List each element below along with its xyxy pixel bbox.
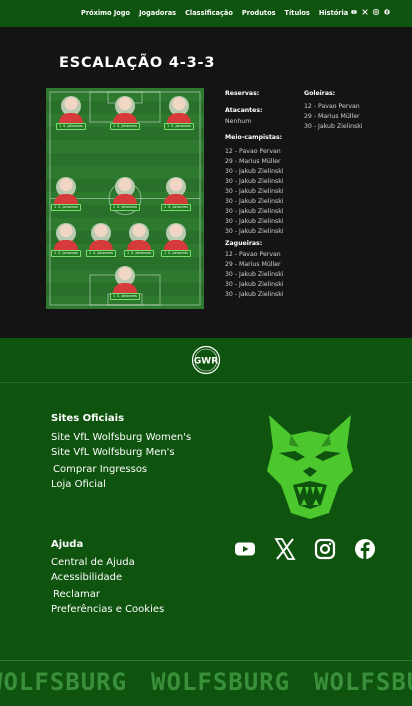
sites-title: Sites Oficiais [51,413,125,424]
reserve-player: 30 - Jakub Zielinski [225,271,284,278]
defenders-title: Zagueiras: [225,240,263,247]
facebook-icon[interactable] [354,538,376,560]
goalkeepers-title: Goleiras: [304,90,336,97]
complain-link[interactable]: Reclamar [53,589,100,600]
official-store-link[interactable]: Loja Oficial [51,479,106,490]
player-card[interactable]: 1 S. Johannes [51,177,81,217]
youtube-icon[interactable] [351,9,357,15]
lineup-pitch: 1 S. Johannes 1 S. Johannes 1 S. Johannes 1… [46,88,204,309]
player-card[interactable]: 1 S. Johannes [86,223,116,263]
reserve-player: 12 - Pavao Pervan [225,251,281,258]
reserve-player: Nenhum [225,118,252,125]
goalkeepers-list: Goleiras: 12 - Pavao Pervan 29 - Marius … [304,89,363,132]
player-card[interactable]: 1 S. Johannes [124,223,154,263]
reserve-player: 12 - Pavao Pervan [225,148,281,155]
player-card[interactable]: 1 S. Johannes [164,96,194,136]
help-title: Ajuda [51,539,84,550]
reserve-player: 29 - Marius Müller [225,261,281,268]
player-card[interactable]: 1 S. Johannes [110,177,140,217]
player-card[interactable]: 1 S. Johannes [56,96,86,136]
attackers-title: Atacantes: [225,107,263,114]
nav-social-icons [351,9,390,15]
player-card[interactable]: 1 S. Johannes [110,266,140,306]
reserve-player: 30 - Jakub Zielinski [225,198,284,205]
reserve-player: 30 - Jakub Zielinski [304,123,363,130]
youtube-icon[interactable] [234,538,256,560]
buy-tickets-link[interactable]: Comprar Ingressos [53,464,147,475]
cookie-preferences-link[interactable]: Preferências e Cookies [51,604,164,615]
reserve-player: 12 - Pavao Pervan [304,103,360,110]
wolfsburg-marquee: WOLFSBURGWOLFSBURGWOLFSBURG [0,668,412,696]
nav-link-classificacao[interactable]: Classificação [185,9,233,17]
logo-text: GWR [194,357,218,367]
reserve-player: 29 - Marius Müller [225,158,281,165]
nav-link-titulos[interactable]: Títulos [285,9,310,17]
reserves-title: Reservas: [225,90,260,97]
nav-links: Próximo Jogo Jogadoras Classificação Pro… [81,9,348,17]
instagram-icon[interactable] [314,538,336,560]
nav-link-historia[interactable]: História [319,9,348,17]
nav-link-jogadoras[interactable]: Jogadoras [139,9,176,17]
site-women-link[interactable]: Site VfL Wolfsburg Women's [51,432,191,443]
site-men-link[interactable]: Site VfL Wolfsburg Men's [51,447,175,458]
x-icon[interactable] [274,538,296,560]
reserve-player: 30 - Jakub Zielinski [225,218,284,225]
nav-link-proximo-jogo[interactable]: Próximo Jogo [81,9,130,17]
player-card[interactable]: 1 S. Johannes [110,96,140,136]
reserves-list: Reservas: Atacantes: Nenhum Meio-campist… [225,89,284,300]
player-card[interactable]: 1 S. Johannes [51,223,81,263]
midfielders-title: Meio-campistas: [225,134,283,141]
reserve-player: 29 - Marius Müller [304,113,360,120]
club-logo[interactable]: GWR [191,345,221,375]
lineup-title: ESCALAÇÃO 4-3-3 [59,55,216,71]
reserve-player: 30 - Jakub Zielinski [225,178,284,185]
x-icon[interactable] [362,9,368,15]
top-nav: Próximo Jogo Jogadoras Classificação Pro… [0,0,412,27]
reserve-player: 30 - Jakub Zielinski [225,188,284,195]
reserve-player: 30 - Jakub Zielinski [225,291,284,298]
facebook-icon[interactable] [384,9,390,15]
reserve-player: 30 - Jakub Zielinski [225,228,284,235]
footer: GWR Sites Oficiais Site VfL Wolfsburg Wo… [0,338,412,706]
reserve-player: 30 - Jakub Zielinski [225,281,284,288]
accessibility-link[interactable]: Acessibilidade [51,572,122,583]
player-card[interactable]: 1 S. Johannes [161,177,191,217]
reserve-player: 30 - Jakub Zielinski [225,168,284,175]
instagram-icon[interactable] [373,9,379,15]
nav-link-produtos[interactable]: Produtos [242,9,276,17]
reserve-player: 30 - Jakub Zielinski [225,208,284,215]
player-card[interactable]: 1 S. Johannes [161,223,191,263]
help-center-link[interactable]: Central de Ajuda [51,557,135,568]
wolf-logo [267,415,353,519]
